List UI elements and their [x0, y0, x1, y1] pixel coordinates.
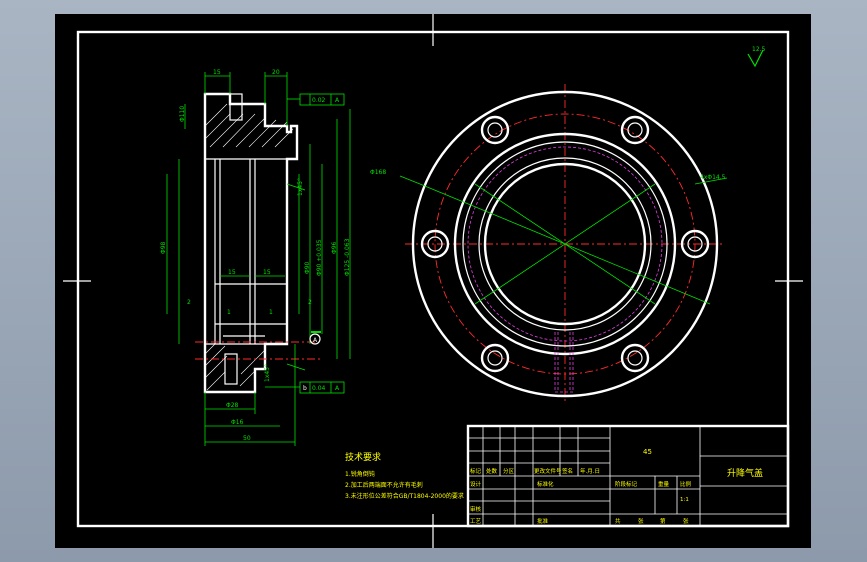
dim-bottom-3: 50 [243, 435, 251, 442]
dim-inner-1: 15 [228, 269, 236, 276]
svg-text:审核: 审核 [470, 505, 482, 513]
datum-bottom: b [303, 385, 307, 392]
svg-text:重量: 重量 [658, 480, 670, 488]
front-dimension-lines [399, 175, 728, 305]
tech-req-item-2: 2.加工后两端面不允许有毛刺 [345, 481, 423, 489]
dim-left-2: Φ98 [160, 241, 167, 254]
dim-right-3: Φ96 [331, 241, 338, 254]
section-view: 15 20 Φ110 Φ98 Φ90 Φ90 +0.035 Φ96 Φ125 -… [160, 69, 351, 446]
front-view: Φ168 4xΦ14.5 [370, 84, 728, 404]
svg-text:比例: 比例 [680, 480, 692, 488]
dim-left-1: Φ110 [179, 106, 186, 122]
svg-text:更改文件号: 更改文件号 [534, 467, 562, 475]
svg-text:张: 张 [638, 517, 644, 525]
dim-inner-4: 2 [308, 299, 312, 306]
technical-requirements: 技术要求 1.锐角倒钝 2.加工后两端面不允许有毛刺 3.未注形位公差符合GB/… [345, 451, 464, 500]
dim-inner-2: 15 [263, 269, 271, 276]
svg-text:签名: 签名 [562, 467, 573, 475]
material-mark: 45 [643, 448, 652, 456]
drawing-viewport[interactable]: 12.5 15 20 Φ110 Φ98 Φ90 Φ90 +0.035 Φ96 Φ… [55, 14, 811, 548]
tech-req-item-1: 1.锐角倒钝 [345, 470, 375, 478]
svg-text:设计: 设计 [470, 480, 482, 488]
dim-inner-6: 1 [269, 309, 273, 316]
chamfer-note: 1x45° [264, 364, 271, 382]
svg-text:工艺: 工艺 [470, 518, 482, 525]
svg-text:0.04: 0.04 [312, 385, 326, 392]
front-dim-left: Φ168 [370, 169, 386, 176]
svg-text:第: 第 [660, 517, 666, 525]
svg-text:标记: 标记 [470, 467, 482, 475]
svg-text:处数: 处数 [486, 467, 498, 475]
roughness-symbol: 12.5 [747, 46, 766, 68]
dim-top-right: 20 [272, 69, 280, 76]
datum-top: A [309, 331, 321, 345]
section-hatching [204, 103, 294, 391]
title-block: 45 升降气盖 标记 处数 分区 更改文件号 签名 年.月.日 设计 标准化 审… [466, 424, 790, 528]
svg-text:A: A [335, 385, 340, 392]
svg-text:年.月.日: 年.月.日 [580, 467, 600, 475]
svg-text:共: 共 [615, 517, 621, 525]
dim-inner-3: 2 [187, 299, 191, 306]
dim-right-2: Φ90 +0.035 [316, 239, 323, 276]
chamfer-note-top: 1x45° [297, 178, 304, 196]
svg-text:12.5: 12.5 [752, 46, 766, 53]
svg-text:0.02: 0.02 [312, 97, 326, 104]
front-dim-right: 4xΦ14.5 [700, 174, 726, 181]
dim-bottom-1: Φ28 [226, 402, 239, 409]
svg-text:张: 张 [683, 517, 689, 525]
svg-text:阶段标记: 阶段标记 [615, 480, 638, 488]
svg-text:1:1: 1:1 [680, 497, 689, 503]
svg-text:b: b [303, 385, 307, 392]
frame-center-marks [63, 14, 803, 548]
dim-right-4: Φ125 -0.063 [344, 238, 351, 276]
dim-bottom-2: Φ16 [231, 419, 244, 426]
svg-text:A: A [335, 97, 340, 104]
tolerance-frame-top: 0.02 A [287, 93, 345, 106]
svg-text:批准: 批准 [537, 517, 549, 525]
tech-req-title: 技术要求 [345, 451, 381, 463]
part-name: 升降气盖 [727, 467, 763, 479]
dim-top-left: 15 [213, 69, 221, 76]
svg-text:标准化: 标准化 [537, 480, 554, 488]
dim-inner-5: 1 [227, 309, 231, 316]
svg-text:分区: 分区 [503, 467, 515, 475]
cad-drawing: 12.5 15 20 Φ110 Φ98 Φ90 Φ90 +0.035 Φ96 Φ… [63, 14, 803, 548]
tech-req-item-3: 3.未注形位公差符合GB/T1804-2000的要求 [345, 492, 464, 500]
dim-right-1: Φ90 [304, 261, 311, 274]
